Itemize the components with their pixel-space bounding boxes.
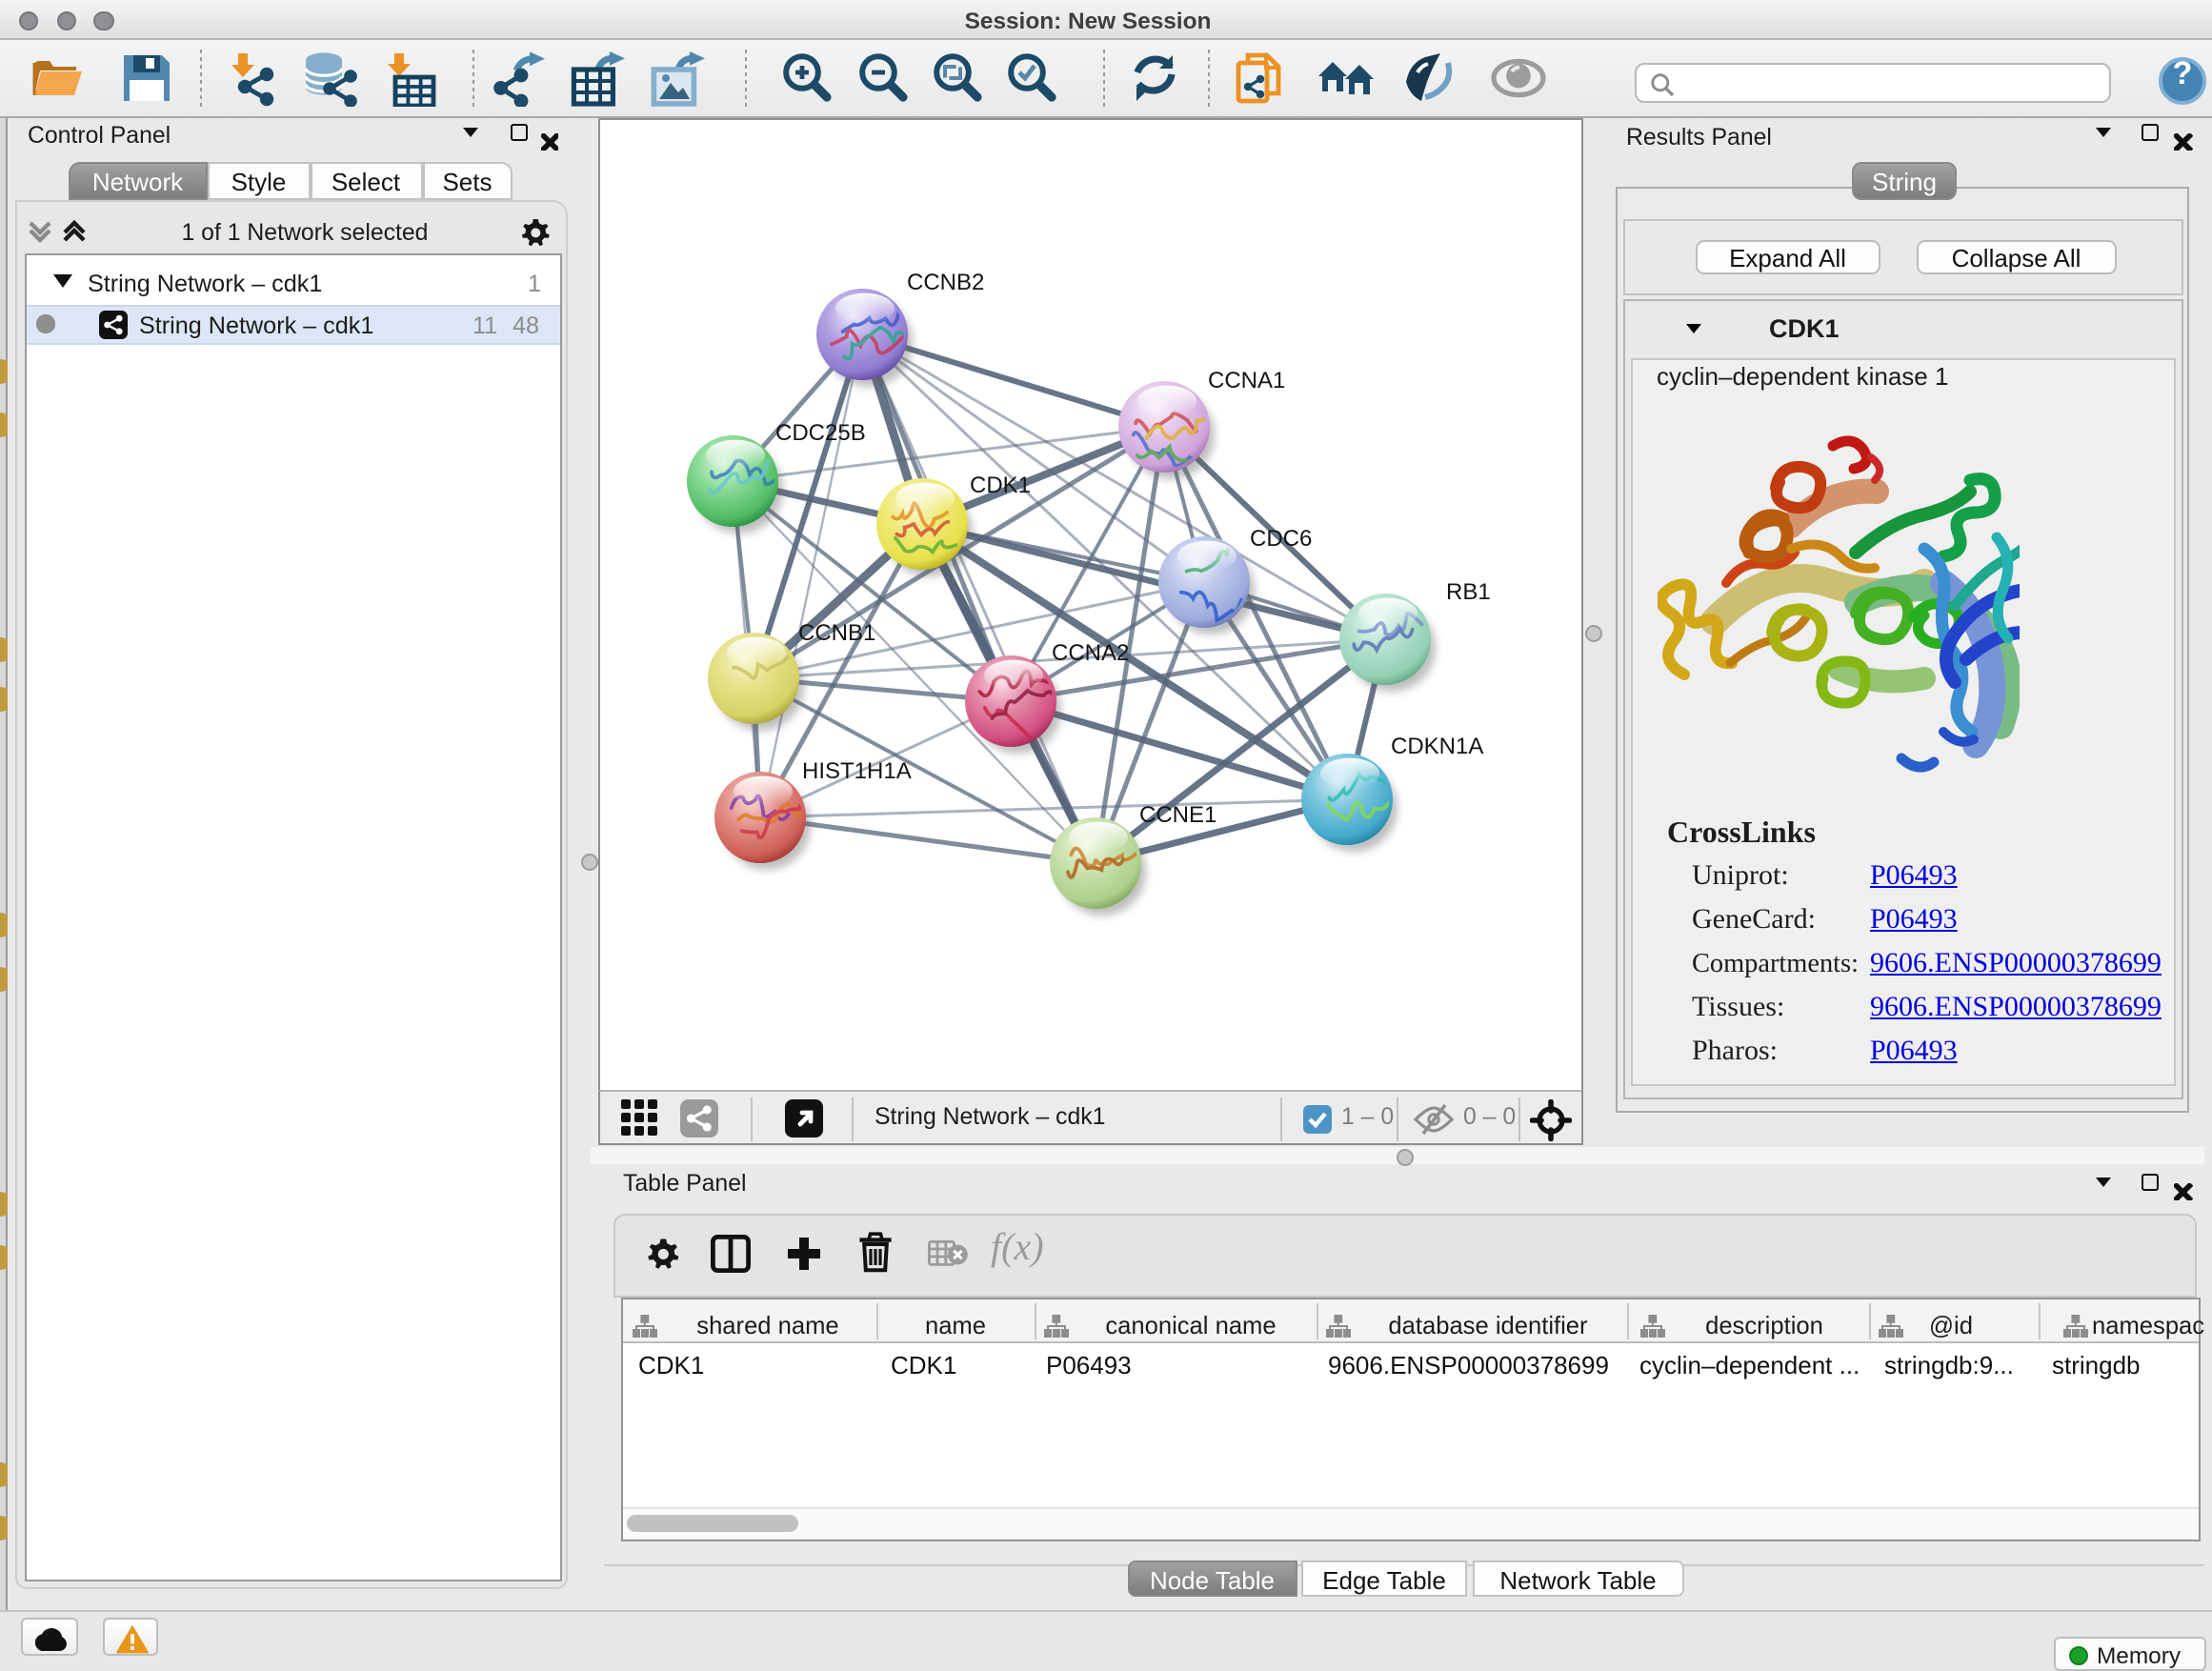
svg-text:RB1: RB1 xyxy=(1446,579,1491,605)
svg-text:CDC6: CDC6 xyxy=(1250,526,1312,552)
svg-text:CDK1: CDK1 xyxy=(970,473,1031,498)
svg-text:CCNE1: CCNE1 xyxy=(1139,802,1217,828)
svg-text:CCNA1: CCNA1 xyxy=(1208,368,1285,393)
svg-text:CCNB2: CCNB2 xyxy=(907,270,984,295)
svg-text:CDC25B: CDC25B xyxy=(775,420,866,446)
svg-text:CDKN1A: CDKN1A xyxy=(1391,734,1483,759)
svg-text:CCNB1: CCNB1 xyxy=(798,620,875,646)
svg-text:HIST1H1A: HIST1H1A xyxy=(802,758,912,784)
svg-text:CCNA2: CCNA2 xyxy=(1052,640,1129,666)
